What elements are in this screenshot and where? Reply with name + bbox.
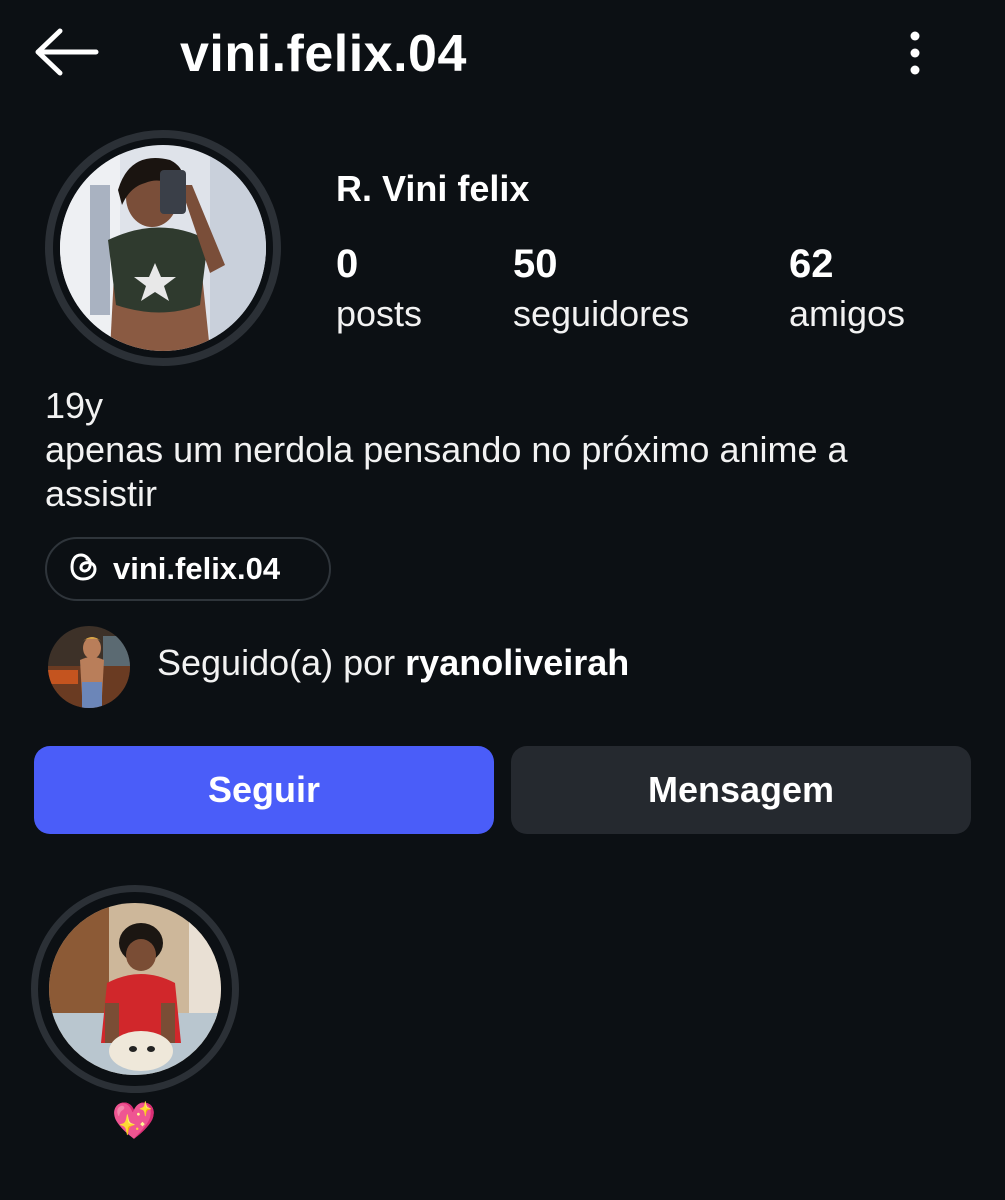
stat-followers[interactable]: 50 seguidores [513,240,689,340]
threads-icon [69,551,99,588]
message-button[interactable]: Mensagem [511,746,971,834]
story-highlight[interactable] [31,885,239,1093]
bio-line: 19y [45,385,104,426]
profile-avatar[interactable] [45,130,281,366]
highlight-cover [49,903,221,1075]
display-name: R. Vini felix [336,168,530,209]
profile-bio: 19y apenas um nerdola pensando no próxim… [45,384,975,516]
stat-friends-value: 62 [789,242,834,286]
stat-friends-label: amigos [789,293,906,334]
stat-friends[interactable]: 62 amigos [789,240,905,340]
stat-posts-value: 0 [336,242,359,286]
stat-posts-label: posts [336,293,423,334]
stat-followers-value: 50 [513,242,558,286]
mutual-follower-avatar[interactable] [48,626,130,708]
follow-button[interactable]: Seguir [34,746,494,834]
stat-followers-label: seguidores [513,293,690,334]
threads-link-label: vini.felix.04 [113,551,281,586]
bio-line: assistir [45,473,158,514]
followed-by-text[interactable]: Seguido(a) por ryanoliveirah [157,642,629,684]
followed-by-username[interactable]: ryanoliveirah [405,642,629,683]
bio-line: apenas um nerdola pensando no próximo an… [45,429,848,470]
more-vertical-icon[interactable] [900,28,930,80]
threads-link-chip[interactable]: vini.felix.04 [45,537,331,601]
profile-photo [60,145,266,351]
stat-posts[interactable]: 0 posts [336,240,422,340]
page-title: vini.felix.04 [180,25,467,83]
followed-by-prefix: Seguido(a) por [157,642,406,683]
arrow-left-icon[interactable] [34,28,100,76]
highlight-label: 💖 [111,1101,157,1142]
